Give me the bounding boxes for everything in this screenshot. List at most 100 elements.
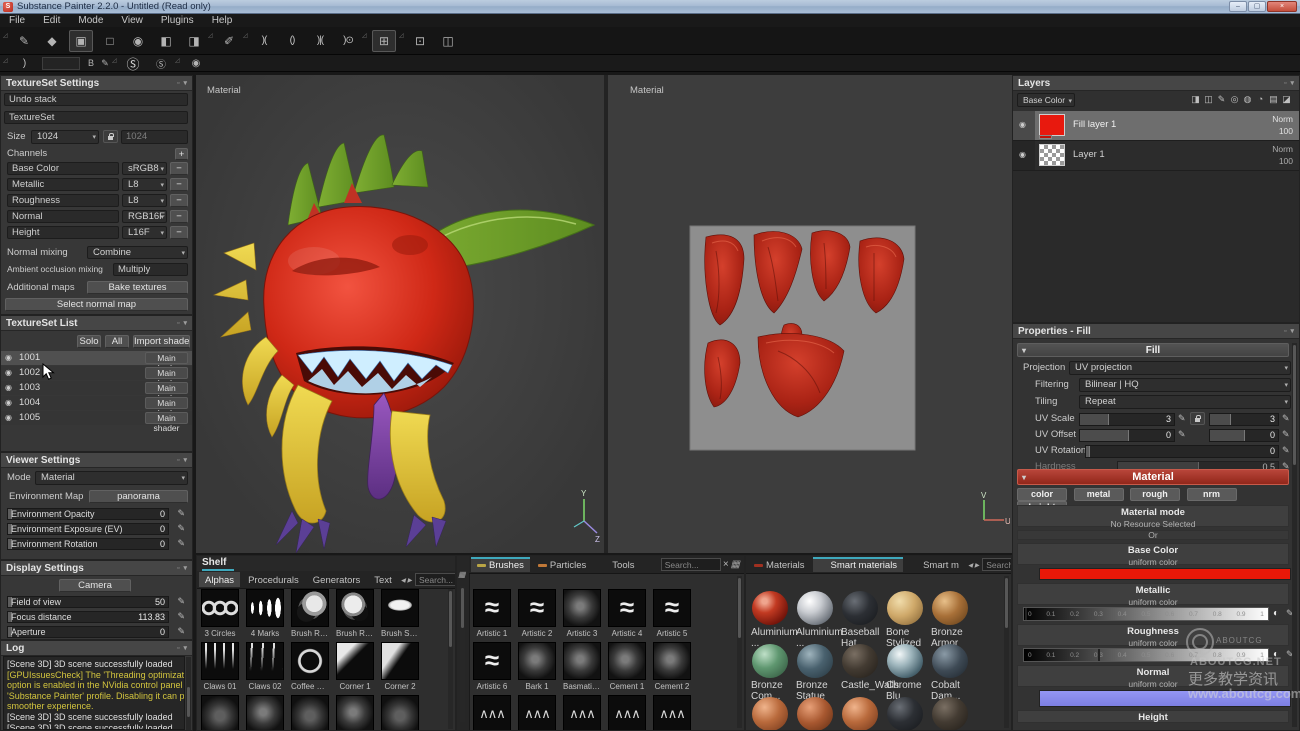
brush-item[interactable]: Artistic 5	[653, 589, 691, 642]
layer-row[interactable]: Layer 1 Norm 100	[1013, 141, 1299, 171]
fill-uv-chunk-tool-icon[interactable]: ()	[281, 31, 303, 51]
add-layer-icon[interactable]: ◔	[1254, 94, 1267, 104]
remove-channel-button[interactable]	[170, 162, 188, 175]
brush-item[interactable]	[563, 695, 601, 731]
viewport-2d[interactable]: Material V U	[608, 75, 1012, 553]
main-shader-button[interactable]: Main shader	[145, 412, 188, 424]
maximize-button[interactable]: ▢	[1248, 1, 1266, 12]
viewport-3d[interactable]: Material	[196, 75, 604, 553]
all-button[interactable]: All	[105, 335, 129, 348]
channel-format-select[interactable]: RGB16F	[122, 210, 167, 223]
shelf-item[interactable]	[336, 695, 374, 731]
shelf-item[interactable]: 3 Circles	[201, 589, 239, 642]
material-item[interactable]: Bronze Com...	[751, 642, 789, 695]
normal-swatch[interactable]	[1039, 690, 1291, 707]
eye-icon[interactable]	[5, 412, 12, 423]
roughness-slider[interactable]: 00.10.20.30.40.50.60.70.80.91	[1023, 648, 1269, 662]
slider-row[interactable]: Environment Rotation0	[7, 538, 187, 550]
tab-smart-masks[interactable]: Smart m	[905, 557, 965, 572]
panel-header[interactable]: Layers	[1013, 76, 1299, 91]
edit-brush-icon[interactable]: ✎	[99, 57, 111, 70]
perspective-mode-icon[interactable]: ◫	[437, 31, 459, 51]
fill-triangle-tool-icon[interactable]: )|(	[309, 31, 331, 51]
collapse-icon[interactable]	[183, 456, 187, 464]
textureset-row[interactable]: 1003 Main shader	[1, 381, 192, 395]
collapse-icon[interactable]	[183, 564, 187, 572]
polygon-fill-tool-icon[interactable]: □	[99, 31, 121, 51]
layer-blend-mode[interactable]: Norm	[1272, 114, 1293, 124]
channel-toggle-button[interactable]: color	[1017, 488, 1067, 501]
shelf-item[interactable]: 4 Marks	[246, 589, 284, 642]
material-item[interactable]	[796, 695, 834, 731]
dropdown-mark-icon[interactable]: ◿	[243, 32, 250, 39]
projection-select[interactable]: UV projection	[1069, 361, 1291, 375]
channel-format-select[interactable]: L16F	[122, 226, 167, 239]
eraser-tool-icon[interactable]: ◆	[41, 31, 63, 51]
add-folder-icon[interactable]: ▤	[1267, 94, 1280, 105]
dropdown-mark-icon[interactable]: ◿	[175, 57, 182, 64]
log-scrollbar[interactable]	[186, 657, 191, 730]
eye-icon[interactable]	[5, 352, 12, 363]
delete-layer-icon[interactable]: ◪	[1280, 94, 1293, 105]
dock-icon[interactable]	[177, 645, 179, 652]
menu-item[interactable]: Plugins	[152, 15, 203, 26]
edit-value-icon[interactable]	[1178, 429, 1186, 440]
brushes-search-input[interactable]	[661, 558, 721, 571]
base-color-swatch[interactable]	[1039, 568, 1291, 580]
panel-header[interactable]: Properties - Fill	[1013, 324, 1299, 339]
fill-geometry-tool-icon[interactable]: )(	[253, 31, 275, 51]
materials-scrollbar[interactable]	[1004, 576, 1009, 728]
textureset-field[interactable]: TextureSet	[4, 111, 188, 124]
shelf-scrollbar[interactable]	[448, 589, 453, 729]
dock-icon[interactable]	[1284, 80, 1286, 87]
remove-channel-button[interactable]	[170, 178, 188, 191]
duplicate-layer-icon[interactable]: ◫	[1202, 94, 1215, 105]
material-section-header[interactable]: Material	[1017, 469, 1289, 485]
shelf-item[interactable]	[201, 695, 239, 731]
materials-search-input[interactable]	[982, 558, 1012, 571]
edit-value-icon[interactable]	[1178, 413, 1186, 424]
material-item[interactable]	[886, 695, 924, 731]
panel-header[interactable]: Viewer Settings	[1, 453, 192, 468]
material-item[interactable]: Bronze Armor	[931, 589, 969, 642]
layer-opacity[interactable]: 100	[1279, 126, 1293, 136]
tab-particles[interactable]: Particles	[532, 557, 592, 572]
channel-format-select[interactable]: sRGB8	[122, 162, 167, 175]
material-mode-box[interactable]: Material mode No Resource Selected	[1017, 505, 1289, 527]
properties-scrollbar[interactable]	[1292, 343, 1297, 727]
uv-rotation-slider[interactable]: 0	[1085, 445, 1279, 458]
main-shader-button[interactable]: Main shader	[145, 397, 188, 409]
collapse-icon[interactable]	[1290, 327, 1294, 335]
fill-section-header[interactable]: Fill	[1017, 343, 1289, 357]
material-picker-tool-icon[interactable]: ✐	[218, 31, 240, 51]
add-channel-button[interactable]	[175, 148, 188, 160]
visibility-cell[interactable]	[1013, 111, 1035, 140]
clone-stamp-tool-icon[interactable]: ◨	[183, 31, 205, 51]
material-item[interactable]: Aluminium ...	[751, 589, 789, 642]
brushes-scrollbar[interactable]	[737, 576, 742, 728]
channel-name-field[interactable]: Height	[7, 226, 119, 239]
layer-thumbnail[interactable]	[1039, 114, 1065, 136]
shelf-item[interactable]	[381, 695, 419, 731]
contrast-icon[interactable]	[1273, 608, 1279, 619]
brush-item[interactable]: Cement 2	[653, 642, 691, 695]
clear-search-icon[interactable]	[723, 559, 729, 570]
menu-item[interactable]: Mode	[69, 15, 112, 26]
material-item[interactable]: Baseball Hat...	[841, 589, 879, 642]
shelf-item[interactable]: Claws 02	[246, 642, 284, 695]
tab-brushes[interactable]: Brushes	[471, 557, 530, 572]
select-normal-map-button[interactable]: Select normal map	[5, 298, 188, 311]
shelf-item[interactable]: Corner 1	[336, 642, 374, 695]
channel-name-field[interactable]: Normal	[7, 210, 119, 223]
brush-item[interactable]	[653, 695, 691, 731]
paint-tool-icon[interactable]: ✎	[13, 31, 35, 51]
uv-offset-y-slider[interactable]: 0	[1209, 429, 1279, 442]
edit-value-icon[interactable]	[177, 611, 185, 622]
uv-scale-y-slider[interactable]: 3	[1209, 413, 1279, 426]
material-item[interactable]: Cobalt Dam...	[931, 642, 969, 695]
tab-text[interactable]: Text	[368, 572, 397, 587]
brush-item[interactable]: Bark 1	[518, 642, 556, 695]
shelf-search-input[interactable]	[415, 573, 456, 586]
edit-value-icon[interactable]	[1282, 429, 1290, 440]
size-select[interactable]: 1024	[31, 130, 99, 144]
